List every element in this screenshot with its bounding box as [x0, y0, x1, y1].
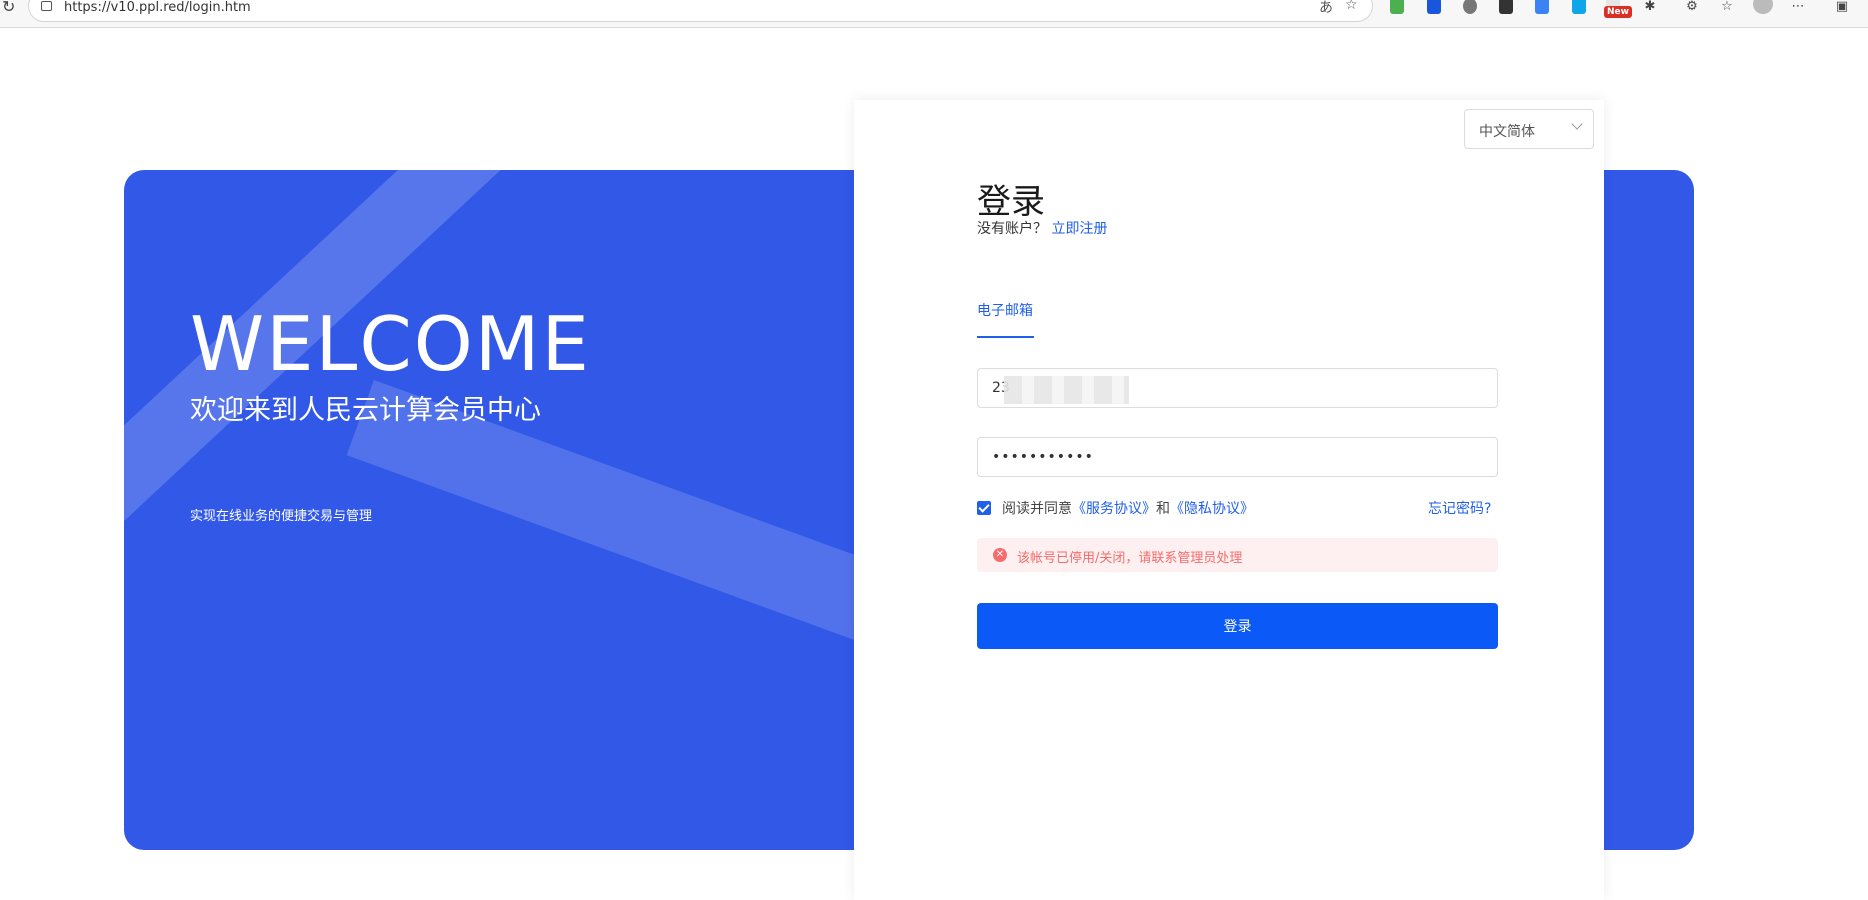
no-account-label: 没有账户？ — [977, 221, 1047, 237]
login-card: 中文简体 登录 没有账户？ 立即注册 电子邮箱 阅读并同意《服务协议》和《隐私协… — [854, 100, 1604, 900]
error-message: 该帐号已停用/关闭，请联系管理员处理 — [1017, 551, 1243, 566]
favorites-icon[interactable]: ☆ — [1718, 0, 1736, 18]
more-menu-icon[interactable]: ⋯ — [1789, 0, 1807, 18]
tab-email[interactable]: 电子邮箱 — [977, 300, 1033, 320]
tab-active-indicator — [977, 336, 1034, 338]
extension-shield-icon[interactable] — [1572, 0, 1586, 14]
read-aloud-icon[interactable]: あ — [1319, 0, 1333, 17]
welcome-subtitle: 欢迎来到人民云计算会员中心 — [190, 395, 541, 426]
error-circle-icon: ✕ — [993, 548, 1007, 562]
agree-prefix: 阅读并同意 — [1002, 501, 1072, 517]
error-alert: ✕ 该帐号已停用/关闭，请联系管理员处理 — [977, 538, 1498, 572]
extension-dark-icon[interactable] — [1499, 0, 1513, 14]
url-text[interactable]: https://v10.ppl.red/login.htm — [64, 0, 251, 15]
avatar[interactable] — [1753, 0, 1773, 14]
page-title: 登录 — [977, 182, 1045, 222]
browser-toolbar: ↻ https://v10.ppl.red/login.htm あ ☆ New … — [0, 0, 1868, 28]
agreement-text: 阅读并同意《服务协议》和《隐私协议》 — [1002, 498, 1254, 518]
forgot-password-link[interactable]: 忘记密码? — [1428, 498, 1491, 518]
agree-and: 和 — [1156, 501, 1170, 517]
agree-checkbox[interactable] — [977, 501, 991, 515]
redacted-email-mask — [1004, 376, 1129, 404]
new-badge: New — [1604, 6, 1632, 18]
privacy-agreement-link[interactable]: 《隐私协议》 — [1170, 501, 1254, 517]
welcome-slogan: 实现在线业务的便捷交易与管理 — [190, 509, 373, 524]
chevron-down-icon — [1571, 118, 1583, 130]
extensions-puzzle-icon[interactable]: ✱ — [1641, 0, 1659, 18]
welcome-heading: WELCOME — [190, 300, 591, 388]
no-account-text: 没有账户？ 立即注册 — [977, 218, 1107, 238]
extension-ublock-icon[interactable] — [1463, 0, 1477, 14]
lock-icon[interactable] — [41, 1, 52, 11]
register-link[interactable]: 立即注册 — [1051, 221, 1107, 237]
extension-bitwarden-icon[interactable] — [1427, 0, 1441, 14]
extension-globe-icon[interactable] — [1390, 0, 1404, 14]
sidebar-toggle-icon[interactable]: ▣ — [1833, 0, 1851, 18]
login-button[interactable]: 登录 — [977, 603, 1498, 649]
language-select[interactable]: 中文简体 — [1464, 109, 1594, 149]
language-value: 中文简体 — [1479, 124, 1535, 140]
service-agreement-link[interactable]: 《服务协议》 — [1072, 501, 1156, 517]
password-field[interactable] — [977, 437, 1498, 477]
address-bar[interactable]: https://v10.ppl.red/login.htm あ ☆ — [28, 0, 1373, 22]
favorite-star-icon[interactable]: ☆ — [1345, 0, 1358, 13]
settings-icon[interactable]: ⚙ — [1683, 0, 1701, 18]
extension-grid-icon[interactable] — [1535, 0, 1549, 14]
reload-icon[interactable]: ↻ — [2, 0, 15, 15]
